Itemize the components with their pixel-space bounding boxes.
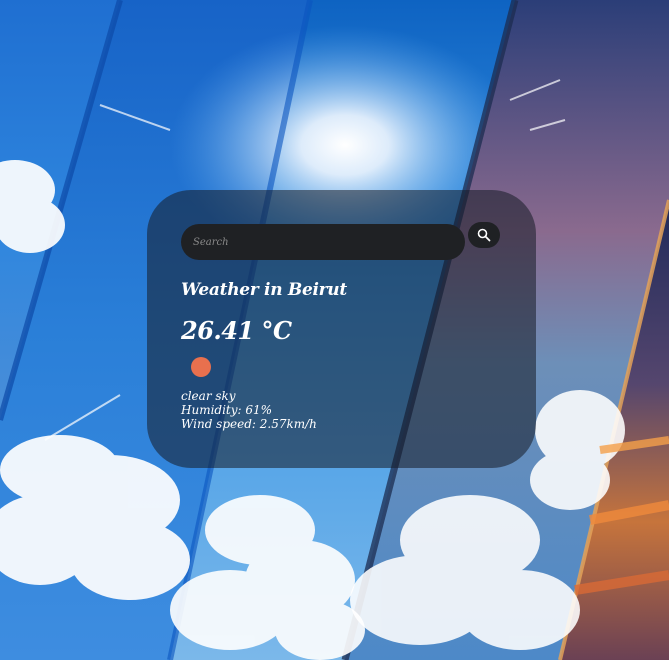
weather-icon [191, 357, 211, 377]
search-icon [477, 228, 491, 242]
weather-card: Weather in Beirut 26.41 °C clear sky Hum… [147, 190, 536, 468]
wind-speed: Wind speed: 2.57km/h [181, 417, 317, 431]
city-title: Weather in Beirut [181, 280, 347, 300]
search-bar [181, 222, 502, 260]
weather-details: clear sky Humidity: 61% Wind speed: 2.57… [181, 389, 502, 431]
temperature: 26.41 °C [181, 316, 292, 345]
search-input[interactable] [181, 224, 465, 260]
search-button[interactable] [468, 222, 500, 248]
weather-description: clear sky [181, 389, 236, 403]
humidity: Humidity: 61% [181, 403, 273, 417]
